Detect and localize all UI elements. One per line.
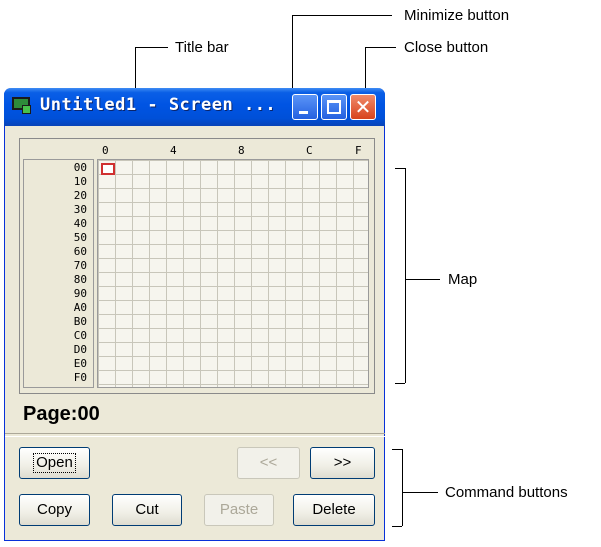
map-bracket-bottom [395, 383, 405, 384]
row-label: A0 [73, 301, 87, 314]
selected-cell[interactable] [101, 163, 115, 175]
next-page-button[interactable]: >> [310, 447, 375, 479]
row-label: 50 [73, 231, 87, 244]
row-label: 30 [73, 203, 87, 216]
maximize-icon [327, 100, 341, 114]
app-icon [12, 97, 31, 114]
column-label: C [306, 144, 313, 157]
divider [5, 433, 385, 437]
row-label: B0 [73, 315, 87, 328]
column-label: 0 [102, 144, 109, 157]
title-bar-callout-line-v [135, 47, 136, 89]
minimize-callout-line-v [292, 15, 293, 92]
row-label: C0 [73, 329, 87, 342]
title-bar-callout-line-h [135, 47, 168, 48]
window-title: Untitled1 - Screen ... [40, 95, 277, 115]
paste-button[interactable]: Paste [204, 494, 274, 526]
cmd-callout-line [402, 492, 438, 493]
close-callout-line-h [365, 47, 396, 48]
open-button-label: Open [33, 453, 76, 473]
delete-button[interactable]: Delete [293, 494, 375, 526]
command-buttons-callout: Command buttons [445, 484, 568, 501]
close-icon: ✕ [354, 95, 372, 119]
close-button-callout: Close button [404, 39, 489, 56]
row-label: F0 [73, 371, 87, 384]
row-label: D0 [73, 343, 87, 356]
row-label: 80 [73, 273, 87, 286]
cmd-bracket-bottom [392, 526, 402, 527]
map-bracket-vert [405, 168, 406, 383]
title-bar-callout: Title bar [175, 39, 229, 56]
minimize-callout-line-h [292, 15, 392, 16]
map: 0 4 8 C F 00 10 20 30 40 50 60 70 80 90 … [19, 138, 375, 394]
row-label: E0 [73, 357, 87, 370]
map-grid[interactable] [97, 159, 369, 388]
minimize-button-callout: Minimize button [404, 7, 510, 24]
row-label: 90 [73, 287, 87, 300]
maximize-button[interactable] [321, 94, 347, 120]
row-label: 20 [73, 189, 87, 202]
column-label: 4 [170, 144, 177, 157]
app-window: Untitled1 - Screen ... ✕ 0 4 8 C F 00 10… [4, 88, 385, 541]
map-callout-line [405, 279, 440, 280]
column-label: 8 [238, 144, 245, 157]
row-label: 60 [73, 245, 87, 258]
close-callout-line-v [365, 47, 366, 92]
open-button[interactable]: Open [19, 447, 90, 479]
page-label: Page:00 [23, 403, 100, 425]
map-bracket-top [395, 168, 405, 169]
row-label: 40 [73, 217, 87, 230]
map-callout: Map [448, 271, 478, 288]
cmd-bracket-top [392, 449, 402, 450]
row-header-panel: 00 10 20 30 40 50 60 70 80 90 A0 B0 C0 D… [23, 159, 94, 388]
close-button[interactable]: ✕ [350, 94, 376, 120]
cmd-bracket-vert [402, 449, 403, 526]
copy-button[interactable]: Copy [19, 494, 90, 526]
prev-page-button[interactable]: << [237, 447, 300, 479]
minimize-button[interactable] [292, 94, 318, 120]
row-label: 00 [73, 161, 87, 174]
minimize-icon [299, 111, 308, 114]
row-label: 70 [73, 259, 87, 272]
column-label: F [355, 144, 362, 157]
title-bar[interactable]: Untitled1 - Screen ... ✕ [4, 88, 385, 126]
cut-button[interactable]: Cut [112, 494, 182, 526]
row-label: 10 [73, 175, 87, 188]
